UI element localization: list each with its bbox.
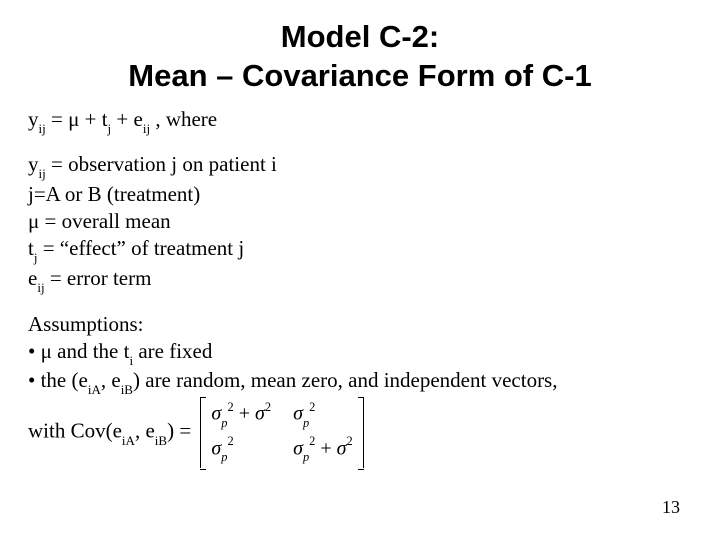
a2-sub2: iB [121, 382, 133, 397]
eqn-tail: , where [150, 107, 217, 131]
def-e-text: = error term [45, 266, 152, 290]
assumption-2b: with Cov(eiA, eiB) = σp2 + σ2 σp2 σp2 σp… [28, 397, 692, 468]
assumption-2a: • the (eiA, eiB) are random, mean zero, … [28, 367, 692, 397]
eqn-plus1: + [79, 107, 101, 131]
def-y: y [28, 152, 39, 176]
def-e: e [28, 266, 37, 290]
a3-text2: , e [135, 419, 155, 443]
def-t: t [28, 236, 34, 260]
a1-t-sub: i [129, 353, 133, 368]
eqn-t: t [102, 107, 108, 131]
a3-sub1: iA [122, 433, 135, 448]
eqn-t-sub: j [108, 121, 112, 136]
assumption-1: • μ and the ti are fixed [28, 338, 692, 368]
a1-bullet: • [28, 339, 41, 363]
eqn-eq: = [46, 107, 68, 131]
eqn-mu: μ [68, 107, 79, 131]
a2-sub1: iA [88, 382, 101, 397]
slide-body: yij = μ + tj + eij , where yij = observa… [28, 106, 692, 469]
slide-title: Model C-2: Mean – Covariance Form of C-1 [28, 18, 692, 96]
a2-text1: • the (e [28, 368, 88, 392]
definitions: yij = observation j on patient i j=A or … [28, 151, 692, 294]
def-j: j=A or B (treatment) [28, 182, 200, 206]
a2-text2: , e [101, 368, 121, 392]
eqn-y-sub: ij [39, 121, 46, 136]
matrix-cell-11: σp2 + σ2 [211, 401, 271, 430]
page-number: 13 [662, 497, 680, 518]
def-y-sub: ij [39, 166, 46, 181]
title-line-1: Model C-2: [281, 19, 439, 54]
def-t-text: = “effect” of treatment j [37, 236, 244, 260]
a3-text3: ) = [167, 419, 191, 443]
a3-sub2: iB [155, 433, 167, 448]
eqn-e: e [134, 107, 143, 131]
a3-text1: with Cov(e [28, 419, 122, 443]
a1-text1: and the t [52, 339, 130, 363]
a1-mu: μ [41, 339, 52, 363]
a2-text3: ) are random, mean zero, and independent… [133, 368, 557, 392]
def-y-text: = observation j on patient i [46, 152, 277, 176]
def-mu-text: = overall mean [39, 209, 170, 233]
a1-text2: are fixed [133, 339, 212, 363]
slide: Model C-2: Mean – Covariance Form of C-1… [0, 0, 720, 540]
matrix-cell-21: σp2 [211, 436, 271, 465]
def-e-sub: ij [37, 280, 44, 295]
model-equation: yij = μ + tj + eij , where [28, 106, 692, 136]
def-mu: μ [28, 209, 39, 233]
assumptions-heading: Assumptions: [28, 311, 692, 338]
matrix-cell-12: σp2 [293, 401, 353, 430]
matrix-cell-22: σp2 + σ2 [293, 436, 353, 465]
def-t-sub: j [34, 250, 38, 265]
eqn-plus2: + [111, 107, 133, 131]
eqn-y: y [28, 107, 39, 131]
title-line-2: Mean – Covariance Form of C-1 [128, 58, 591, 93]
eqn-e-sub: ij [143, 121, 150, 136]
cov-matrix: σp2 + σ2 σp2 σp2 σp2 + σ2 [200, 397, 363, 468]
